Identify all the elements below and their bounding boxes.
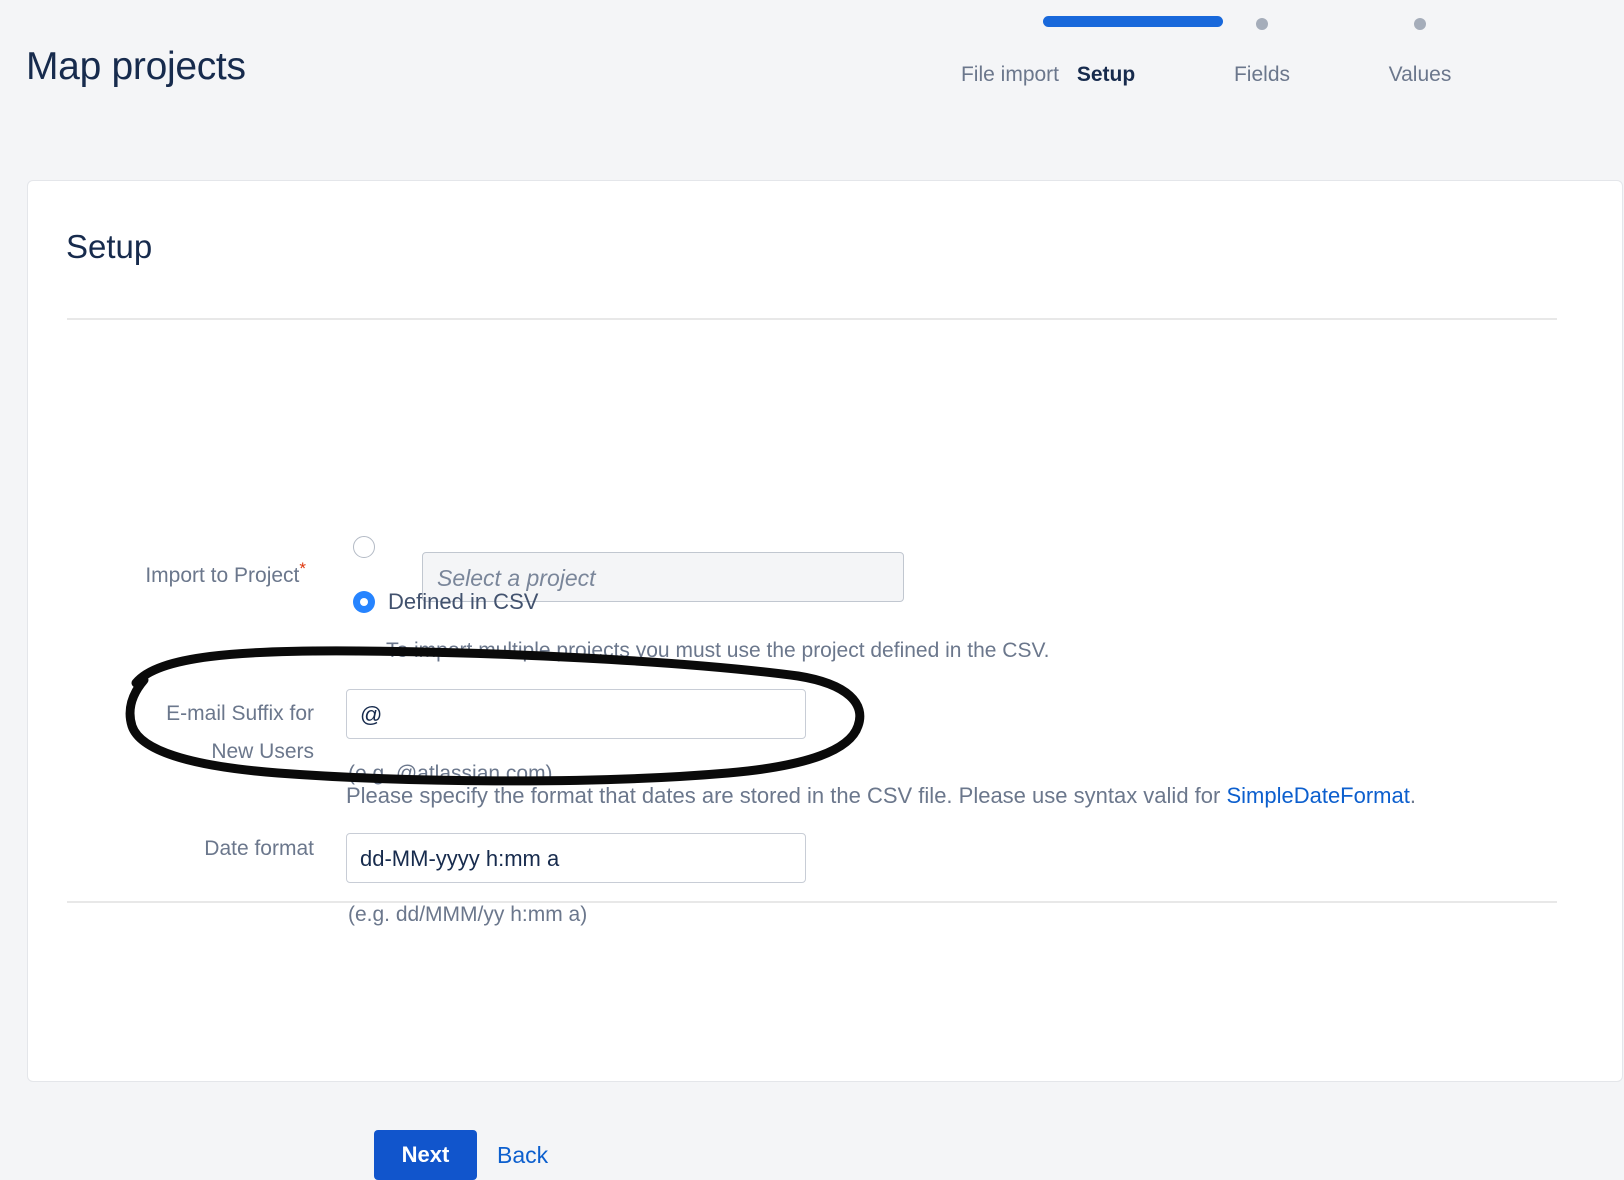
setup-card: Setup Import to Project* Select a projec… bbox=[27, 180, 1623, 1180]
radio-defined-in-csv[interactable] bbox=[353, 591, 375, 613]
stepper-step-values[interactable]: Values bbox=[1340, 14, 1500, 94]
stepper-marker-values bbox=[1340, 18, 1500, 30]
label-import-to-project-text: Import to Project bbox=[145, 564, 300, 587]
card-title: Setup bbox=[66, 228, 153, 265]
stepper-label-values: Values bbox=[1388, 63, 1452, 86]
date-format-description-part1: Please specify the format that dates are… bbox=[346, 783, 1221, 808]
wizard-stepper: File import Setup Fields Values bbox=[930, 14, 1600, 154]
back-button[interactable]: Back bbox=[497, 1140, 548, 1170]
label-email-suffix-line2: New Users bbox=[211, 740, 314, 763]
page-title: Map projects bbox=[26, 45, 246, 88]
radio-label-defined-in-csv[interactable]: Defined in CSV bbox=[388, 589, 538, 615]
date-format-description-part2: . bbox=[1409, 783, 1416, 808]
stepper-label-setup: Setup bbox=[1076, 63, 1136, 86]
stepper-label-fields: Fields bbox=[1233, 63, 1291, 86]
label-import-to-project: Import to Project* bbox=[66, 549, 306, 596]
email-suffix-input[interactable]: @ bbox=[346, 689, 806, 739]
radio-select-a-project[interactable] bbox=[353, 536, 375, 558]
simple-date-format-link[interactable]: SimpleDateFormat bbox=[1226, 783, 1409, 808]
date-format-input-value: dd-MM-yyyy h:mm a bbox=[360, 846, 560, 871]
required-asterisk-icon: * bbox=[299, 559, 306, 578]
stepper-dot-icon-values bbox=[1414, 18, 1426, 30]
label-date-format: Date format bbox=[204, 837, 314, 860]
date-format-input[interactable]: dd-MM-yyyy h:mm a bbox=[346, 833, 806, 883]
email-suffix-input-value: @ bbox=[360, 702, 383, 727]
page-header: Map projects File import Setup Fields Va… bbox=[0, 0, 1624, 190]
next-button[interactable]: Next bbox=[374, 1130, 477, 1180]
date-format-description: Please specify the format that dates are… bbox=[346, 776, 1466, 815]
divider-top bbox=[67, 318, 1557, 320]
divider-bottom bbox=[67, 901, 1557, 903]
helper-text-import-to-project: To import multiple projects you must use… bbox=[386, 639, 1050, 662]
label-email-suffix-line1: E-mail Suffix for bbox=[166, 702, 314, 725]
stepper-progress-bar bbox=[1043, 16, 1223, 27]
stepper-dot-icon-fields bbox=[1256, 18, 1268, 30]
hint-date-format: (e.g. dd/MMM/yy h:mm a) bbox=[348, 903, 588, 926]
